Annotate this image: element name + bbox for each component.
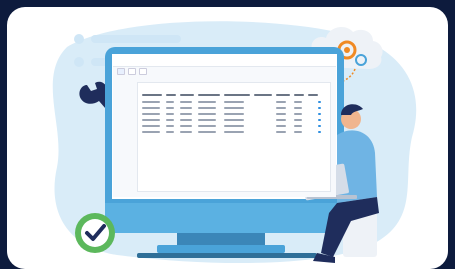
- table-header: [142, 93, 326, 97]
- gear-check-icon: [75, 213, 115, 253]
- app-window: [113, 54, 336, 197]
- data-table-panel: [137, 82, 331, 192]
- tab-1[interactable]: [117, 68, 125, 75]
- illustration-card: [7, 7, 448, 269]
- table-row[interactable]: [142, 100, 326, 104]
- monitor-base: [157, 245, 285, 253]
- decor-dot: [74, 34, 84, 44]
- app-tabs: [117, 68, 147, 75]
- monitor-neck: [177, 233, 265, 245]
- desk-line: [137, 253, 317, 258]
- table-row[interactable]: [142, 124, 326, 128]
- tab-3[interactable]: [139, 68, 147, 75]
- table-row[interactable]: [142, 112, 326, 116]
- decor-dot: [74, 57, 84, 67]
- table-row[interactable]: [142, 106, 326, 110]
- tab-2[interactable]: [128, 68, 136, 75]
- monitor-bezel: [105, 203, 344, 233]
- app-header: [113, 54, 336, 67]
- table-row[interactable]: [142, 130, 326, 134]
- table-row[interactable]: [142, 118, 326, 122]
- decor-bar: [91, 35, 181, 43]
